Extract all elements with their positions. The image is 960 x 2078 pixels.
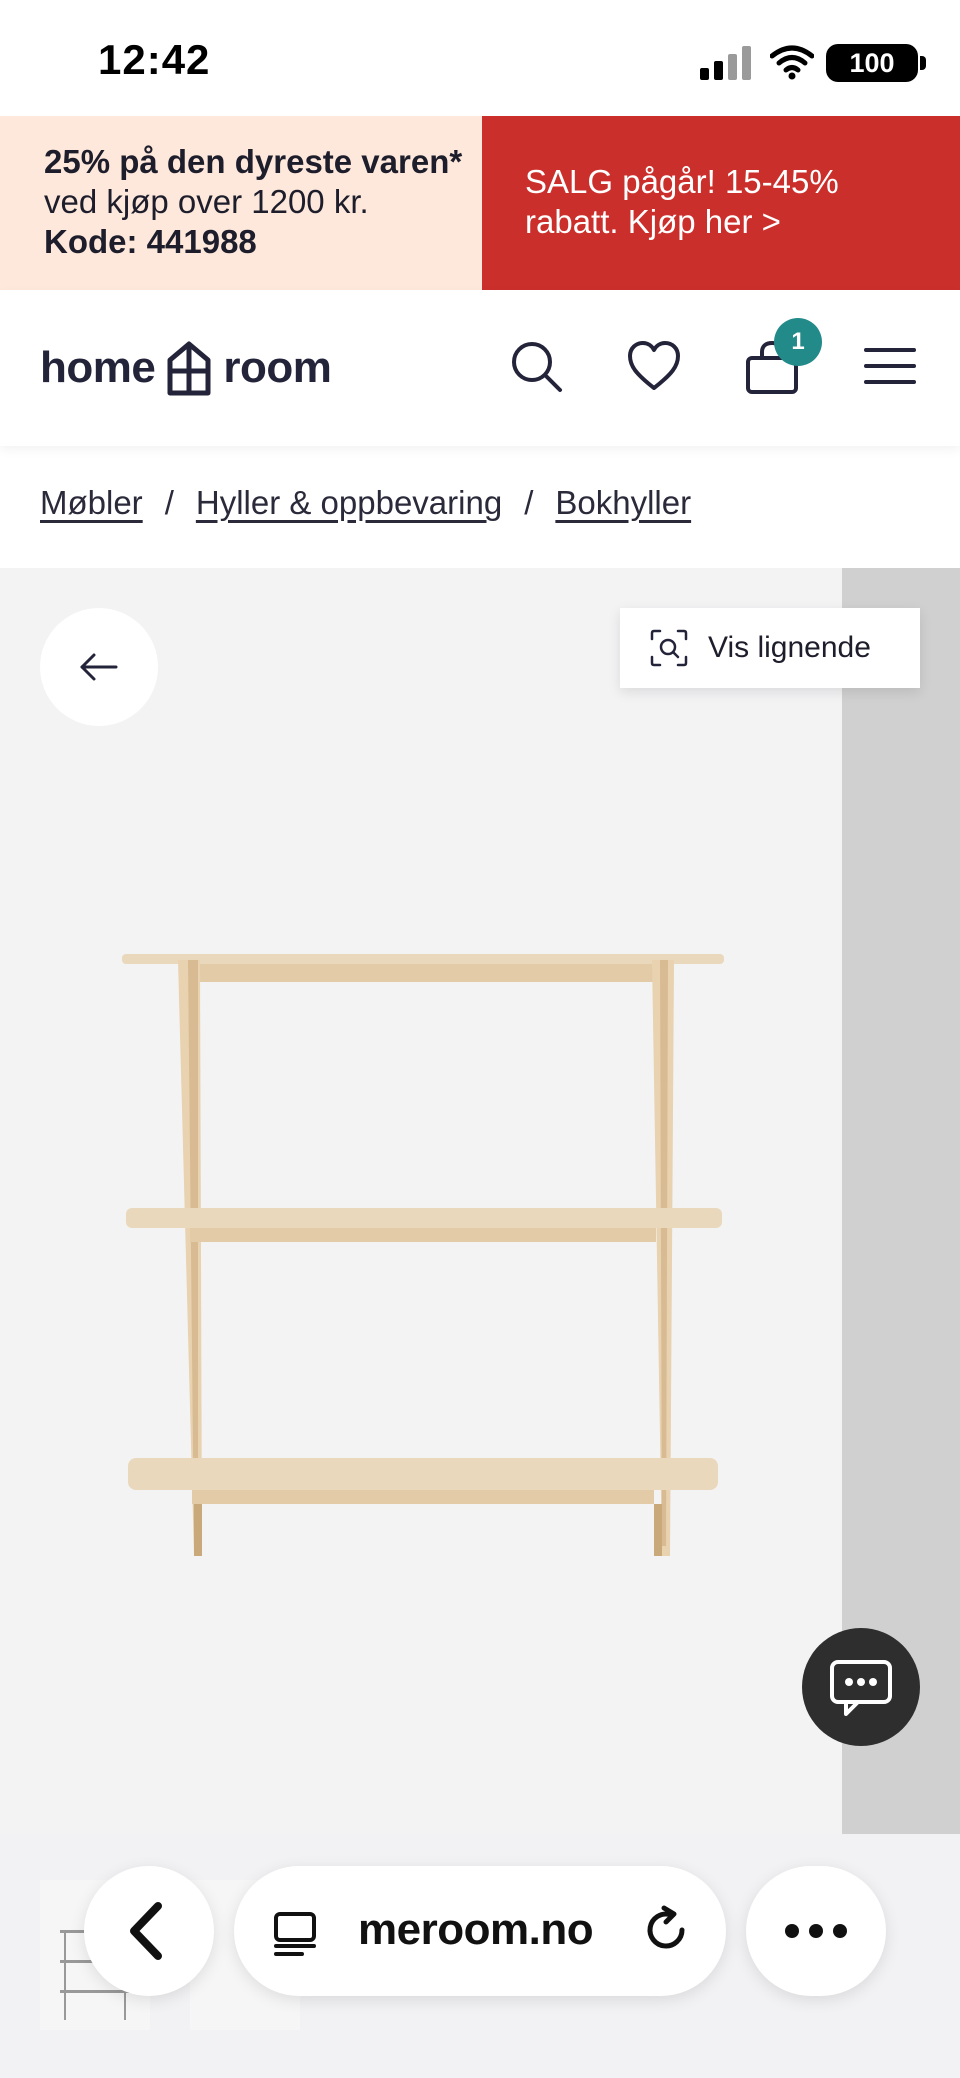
breadcrumb: Møbler / Hyller & oppbevaring / Bokhylle… [40,484,691,522]
breadcrumb-item-bokhyller[interactable]: Bokhyller [555,484,691,522]
show-similar-button[interactable]: Vis lignende [620,608,920,688]
breadcrumb-item-mobler[interactable]: Møbler [40,484,143,522]
reload-icon[interactable] [640,1904,692,1956]
reader-icon[interactable] [270,1908,320,1958]
logo-word-room: room [223,343,332,392]
wifi-icon [770,45,814,80]
battery-level: 100 [849,48,895,78]
browser-back-button[interactable] [84,1866,214,1996]
status-time: 12:42 [98,36,211,83]
menu-icon[interactable] [862,338,918,394]
chat-button[interactable] [802,1628,920,1746]
house-logo-icon [167,341,211,396]
visual-search-icon [650,629,688,667]
browser-more-button[interactable] [746,1866,886,1996]
promo-sale-text[interactable]: SALG pågår! 15-45% rabatt. Kjøp her > [525,162,935,242]
chat-icon [830,1660,892,1716]
show-similar-label: Vis lignende [708,631,871,664]
promo-discount-code: Kode: 441988 [44,223,257,260]
promo-discount-bold: 25% på den dyreste varen* [44,143,463,180]
breadcrumb-separator: / [164,484,174,521]
search-icon[interactable] [508,338,564,394]
battery-icon: 100 [826,44,932,82]
breadcrumb-separator: / [524,484,534,521]
arrow-left-icon [80,653,118,681]
logo-word-home: home [40,343,156,392]
breadcrumb-item-hyller[interactable]: Hyller & oppbevaring [196,484,502,522]
promo-discount-body: ved kjøp over 1200 kr. [44,183,369,220]
bookshelf-product-image[interactable] [118,946,728,1566]
url-text[interactable]: meroom.no [358,1905,594,1955]
site-logo[interactable]: home room [40,338,332,398]
promo-discount-text: 25% på den dyreste varen* ved kjøp over … [44,142,464,262]
heart-icon[interactable] [626,338,682,394]
chevron-left-icon [130,1902,162,1960]
cart-count-badge: 1 [774,318,822,366]
gallery-back-button[interactable] [40,608,158,726]
more-icon [785,1924,847,1938]
signal-icon [700,46,751,80]
